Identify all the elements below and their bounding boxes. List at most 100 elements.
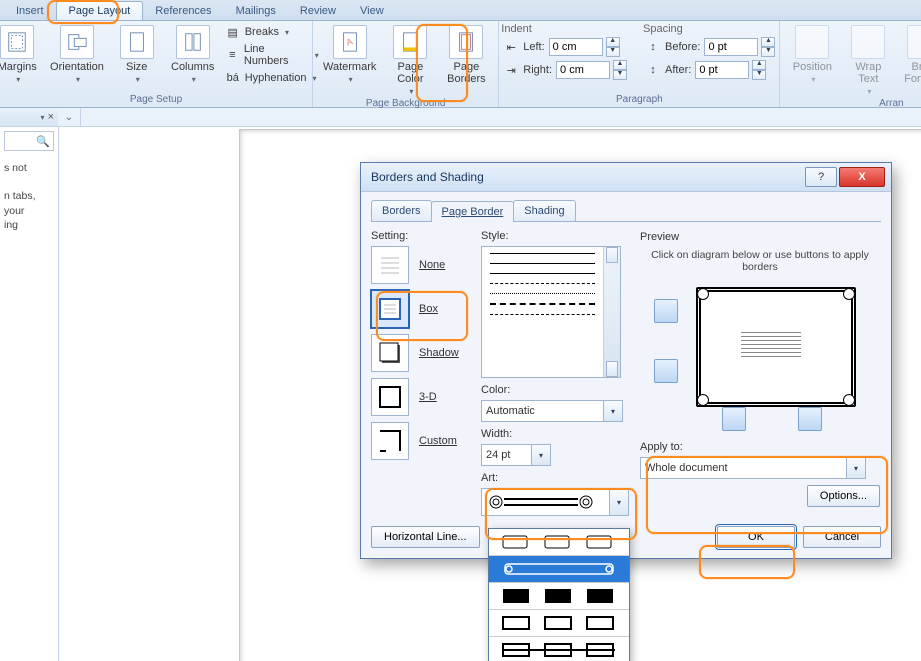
- setting-none-label: None: [419, 259, 445, 271]
- btn-watermark[interactable]: A Watermark▾: [319, 23, 380, 86]
- position-icon: [795, 25, 829, 59]
- help-button[interactable]: ?: [805, 167, 837, 187]
- tab-references[interactable]: References: [143, 2, 223, 20]
- margins-icon: [0, 25, 34, 59]
- art-option-1[interactable]: [489, 529, 629, 556]
- preview-btn-bottom[interactable]: [654, 359, 678, 383]
- spin-up-icon[interactable]: ▲: [613, 60, 627, 70]
- btn-columns[interactable]: Columns ▾: [167, 23, 219, 86]
- art-option-4[interactable]: [489, 610, 629, 637]
- cancel-button[interactable]: Cancel: [803, 526, 881, 548]
- art-preview: [486, 493, 624, 511]
- tab-mailings[interactable]: Mailings: [224, 2, 288, 20]
- hyphenation-label: Hyphenation: [245, 72, 307, 84]
- spacing-before-input[interactable]: [704, 38, 758, 56]
- btn-position[interactable]: Position▾: [786, 23, 838, 86]
- style-listbox[interactable]: [481, 246, 621, 378]
- setting-none[interactable]: None: [371, 246, 471, 284]
- applyto-combo[interactable]: Whole document ▾: [640, 457, 866, 479]
- dropdown-icon: ▾: [846, 458, 865, 478]
- setting-3d[interactable]: 3-D: [371, 378, 471, 416]
- btn-line-numbers[interactable]: ≡Line Numbers▾: [223, 42, 321, 68]
- btn-breaks[interactable]: ▤Breaks▾: [223, 23, 321, 41]
- indent-right-spinner[interactable]: ▲▼: [556, 60, 627, 80]
- dropdown-icon: ▾: [74, 75, 80, 84]
- art-option-3[interactable]: [489, 583, 629, 610]
- horizontal-line-button[interactable]: Horizontal Line...: [371, 526, 480, 548]
- spin-down-icon[interactable]: ▼: [761, 47, 775, 57]
- spin-up-icon[interactable]: ▲: [761, 37, 775, 47]
- spacing-after-input[interactable]: [695, 61, 749, 79]
- preview-btn-top[interactable]: [654, 299, 678, 323]
- options-button[interactable]: Options...: [807, 485, 880, 507]
- hyphenation-icon: bá: [225, 70, 241, 86]
- width-label: Width:: [481, 428, 629, 440]
- ribbon: Margins▾ Orientation ▾ Size▾ Columns ▾ ▤Br…: [0, 21, 921, 108]
- dropdown-icon: ▾: [609, 489, 628, 515]
- spin-down-icon[interactable]: ▼: [613, 70, 627, 80]
- ribbon-tabstrip: Insert Page Layout References Mailings R…: [0, 0, 921, 21]
- btn-hyphenation[interactable]: báHyphenation▾: [223, 69, 321, 87]
- ok-button[interactable]: OK: [717, 526, 795, 548]
- spacing-before-spinner[interactable]: ▲▼: [704, 37, 775, 57]
- position-label: Position: [793, 61, 832, 73]
- art-option-5[interactable]: [489, 637, 629, 661]
- indent-right-input[interactable]: [556, 61, 610, 79]
- dialog-tab-shading[interactable]: Shading: [513, 200, 575, 221]
- scrollbar[interactable]: [603, 247, 620, 377]
- navpane-header[interactable]: ▾ ×: [0, 108, 58, 127]
- art-combo[interactable]: ▾: [481, 488, 629, 516]
- spacing-after-spinner[interactable]: ▲▼: [695, 60, 766, 80]
- setting-box[interactable]: Box: [371, 290, 471, 328]
- dialog-tab-borders[interactable]: Borders: [371, 200, 432, 221]
- indent-left-spinner[interactable]: ▲▼: [549, 37, 620, 57]
- indent-right-icon: ⇥: [503, 62, 519, 78]
- page-color-icon: [393, 25, 427, 59]
- spin-up-icon[interactable]: ▲: [752, 60, 766, 70]
- btn-page-borders[interactable]: Page Borders: [440, 23, 492, 87]
- spin-down-icon[interactable]: ▼: [606, 47, 620, 57]
- navpane-search[interactable]: 🔍: [4, 131, 54, 151]
- tab-page-layout[interactable]: Page Layout: [56, 1, 144, 20]
- dropdown-icon: ▾: [347, 75, 353, 84]
- btn-columns-label: Columns: [171, 61, 214, 73]
- indent-left-icon: ⇤: [503, 39, 519, 55]
- btn-margins[interactable]: Margins▾: [0, 23, 43, 86]
- spin-down-icon[interactable]: ▼: [752, 70, 766, 80]
- btn-size[interactable]: Size▾: [111, 23, 163, 86]
- setting-box-label: Box: [419, 303, 438, 315]
- btn-bring-forward[interactable]: Bring Forward▾: [898, 23, 921, 98]
- close-button[interactable]: X: [839, 167, 885, 187]
- close-icon[interactable]: ×: [48, 111, 54, 123]
- setting-shadow[interactable]: Shadow: [371, 334, 471, 372]
- preview-page[interactable]: [696, 287, 856, 407]
- tab-insert[interactable]: Insert: [4, 2, 56, 20]
- applyto-value: Whole document: [645, 462, 728, 474]
- page-borders-label: Page Borders: [445, 61, 487, 85]
- page-borders-icon: [449, 25, 483, 59]
- indent-left-input[interactable]: [549, 38, 603, 56]
- btn-orientation-label: Orientation: [50, 61, 104, 73]
- ruler-corner[interactable]: ⌄: [58, 108, 81, 126]
- art-option-2-selected[interactable]: [489, 556, 629, 583]
- dialog-tab-page-border[interactable]: Page Border: [431, 201, 515, 222]
- setting-custom[interactable]: Custom: [371, 422, 471, 460]
- dropdown-icon: ▾: [190, 75, 196, 84]
- orientation-icon: [60, 25, 94, 59]
- dropdown-icon: ▾: [407, 87, 413, 96]
- width-combo[interactable]: 24 pt▾: [481, 444, 551, 466]
- color-combo[interactable]: Automatic▾: [481, 400, 623, 422]
- tab-review[interactable]: Review: [288, 2, 348, 20]
- columns-icon: [176, 25, 210, 59]
- art-dropdown-list[interactable]: [488, 528, 630, 661]
- style-list: [482, 247, 603, 377]
- btn-wrap-text[interactable]: Wrap Text▾: [842, 23, 894, 98]
- spin-up-icon[interactable]: ▲: [606, 37, 620, 47]
- btn-page-color[interactable]: Page Color▾: [384, 23, 436, 98]
- btn-orientation[interactable]: Orientation ▾: [47, 23, 107, 86]
- wrap-label: Wrap Text: [851, 61, 885, 85]
- style-label: Style:: [481, 230, 629, 242]
- applyto-label: Apply to:: [640, 441, 880, 453]
- dialog-titlebar[interactable]: Borders and Shading ? X: [361, 163, 891, 192]
- tab-view[interactable]: View: [348, 2, 396, 20]
